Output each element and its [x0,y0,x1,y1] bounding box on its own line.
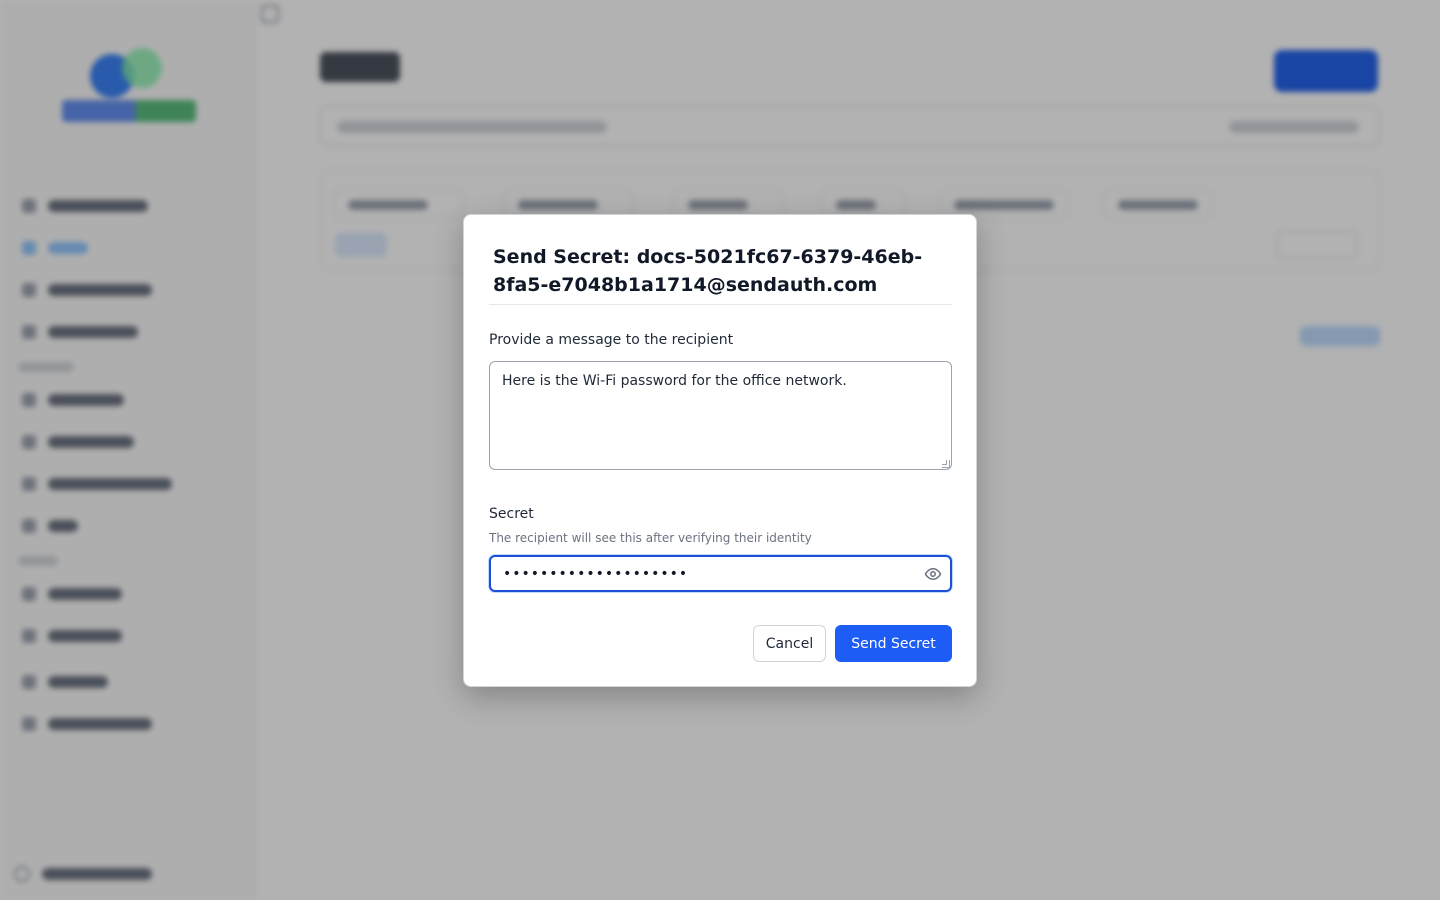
textarea-resize-handle[interactable] [942,460,950,468]
eye-icon[interactable] [922,563,944,585]
secret-input[interactable] [491,557,911,590]
secret-field [489,555,952,592]
secret-label: Secret [489,506,534,522]
send-secret-button[interactable]: Send Secret [835,625,952,662]
dialog-title: Send Secret: docs-5021fc67-6379-46eb-8fa… [493,246,923,296]
send-secret-dialog: Send Secret: docs-5021fc67-6379-46eb-8fa… [463,214,977,687]
divider [489,304,952,305]
cancel-button[interactable]: Cancel [753,625,826,662]
message-textarea[interactable]: Here is the Wi-Fi password for the offic… [489,361,952,470]
secret-help-text: The recipient will see this after verify… [489,531,812,545]
message-label: Provide a message to the recipient [489,332,734,348]
